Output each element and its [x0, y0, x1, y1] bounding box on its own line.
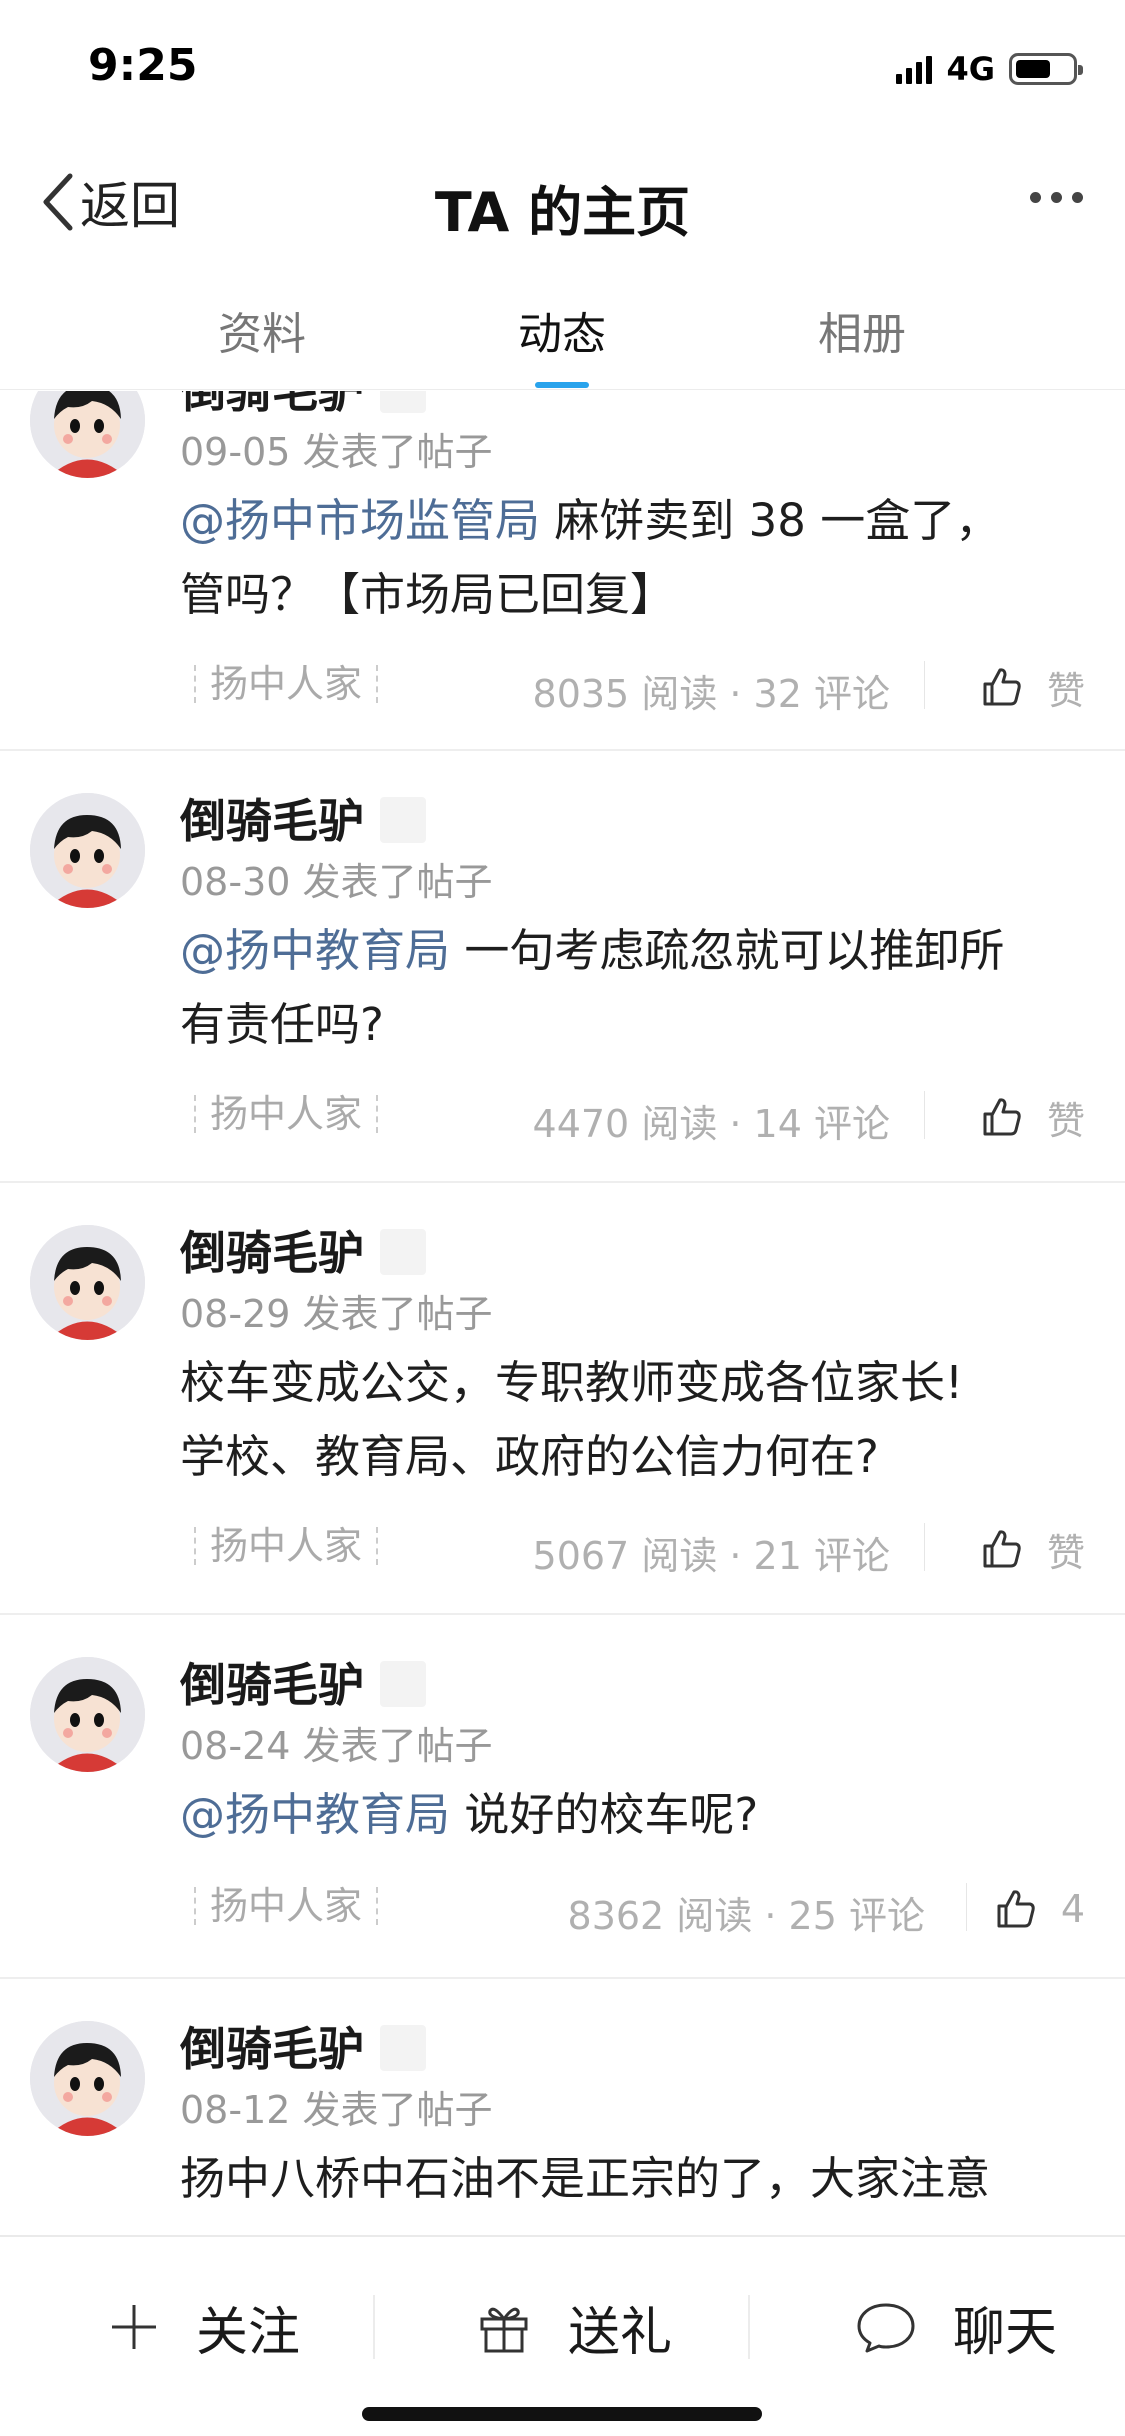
- post-meta: 08-12 发表了帖子: [180, 2088, 493, 2132]
- page-title: TA 的主页: [434, 181, 691, 244]
- status-bar: 9:25 4G: [0, 0, 1125, 140]
- mention-link[interactable]: @扬中市场监管局: [180, 494, 540, 547]
- post-footer: 扬中人家 5067 阅读 · 21 评论 赞: [180, 1519, 1085, 1579]
- post-content[interactable]: @扬中教育局 一句考虑疏忽就可以推卸所 有责任吗?: [180, 914, 1080, 1062]
- avatar-image: [30, 391, 145, 478]
- post-author[interactable]: 倒骑毛驴: [180, 1649, 426, 1715]
- post-card[interactable]: 倒骑毛驴 08-24 发表了帖子 @扬中教育局 说好的校车呢? 扬中人家 836…: [0, 1615, 1125, 1979]
- mention-link[interactable]: @扬中教育局: [180, 924, 450, 977]
- user-badge: [380, 391, 426, 413]
- thumbs-up-icon: [983, 1098, 1021, 1136]
- tab-album[interactable]: 相册: [752, 298, 972, 362]
- user-badge: [380, 797, 426, 843]
- more-dots-icon[interactable]: [1030, 192, 1083, 203]
- avatar-image: [30, 1657, 145, 1772]
- post-footer: 扬中人家 8362 阅读 · 25 评论 4: [180, 1879, 1085, 1939]
- like-button[interactable]: 赞: [981, 1087, 1085, 1147]
- tab-profile[interactable]: 资料: [152, 298, 372, 362]
- chat-bubble-icon: [857, 2303, 915, 2353]
- chat-button[interactable]: 聊天: [855, 2287, 1057, 2367]
- tab-activity[interactable]: 动态: [452, 298, 672, 362]
- status-time: 9:25: [88, 40, 198, 91]
- profile-tabs: 资料 动态 相册: [0, 260, 1125, 390]
- avatar[interactable]: [30, 1225, 145, 1340]
- avatar-image: [30, 2021, 145, 2136]
- like-button[interactable]: 赞: [981, 1519, 1085, 1579]
- battery-icon: [1009, 53, 1083, 85]
- divider: [924, 1091, 925, 1139]
- post-author[interactable]: 倒骑毛驴: [180, 785, 426, 851]
- thumbs-up-icon: [983, 1530, 1021, 1568]
- post-author[interactable]: 倒骑毛驴: [180, 2013, 426, 2079]
- user-badge: [380, 1661, 426, 1707]
- post-card[interactable]: 倒骑毛驴 08-29 发表了帖子 校车变成公交，专职教师变成各位家长! 学校、教…: [0, 1183, 1125, 1615]
- mention-link[interactable]: @扬中教育局: [180, 1788, 450, 1841]
- post-meta: 08-24 发表了帖子: [180, 1724, 493, 1768]
- group-tag[interactable]: 扬中人家: [194, 665, 379, 703]
- group-tag[interactable]: 扬中人家: [194, 1095, 379, 1133]
- user-badge: [380, 1229, 426, 1275]
- signal-icon: [896, 54, 933, 84]
- user-badge: [380, 2025, 426, 2071]
- post-meta: 08-30 发表了帖子: [180, 860, 493, 904]
- status-indicators: 4G: [896, 50, 1083, 88]
- like-count: 4: [1060, 1887, 1085, 1931]
- nav-bar: 返回 TA 的主页: [0, 140, 1125, 260]
- network-type: 4G: [946, 50, 995, 88]
- plus-icon: [112, 2305, 156, 2349]
- post-author[interactable]: 倒骑毛驴: [180, 1217, 426, 1283]
- group-tag[interactable]: 扬中人家: [194, 1887, 379, 1925]
- avatar-image: [30, 793, 145, 908]
- post-stats: 4470 阅读 · 14 评论: [532, 1102, 890, 1146]
- divider: [966, 1883, 967, 1931]
- post-content[interactable]: 扬中八桥中石油不是正宗的了，大家注意: [180, 2142, 1080, 2216]
- divider: [924, 1523, 925, 1571]
- thumbs-up-icon: [983, 668, 1021, 706]
- post-stats: 8035 阅读 · 32 评论: [532, 672, 890, 716]
- post-meta: 08-29 发表了帖子: [180, 1292, 493, 1336]
- post-content[interactable]: @扬中教育局 说好的校车呢?: [180, 1778, 1080, 1852]
- post-card[interactable]: 倒骑毛驴 08-12 发表了帖子 扬中八桥中石油不是正宗的了，大家注意: [0, 1979, 1125, 2235]
- avatar-image: [30, 1225, 145, 1340]
- post-stats: 8362 阅读 · 25 评论: [567, 1894, 925, 1938]
- active-tab-indicator: [535, 382, 589, 388]
- avatar[interactable]: [30, 1657, 145, 1772]
- avatar[interactable]: [30, 2021, 145, 2136]
- follow-button[interactable]: 关注: [108, 2287, 300, 2367]
- post-card[interactable]: 倒骑毛驴 08-30 发表了帖子 @扬中教育局 一句考虑疏忽就可以推卸所 有责任…: [0, 751, 1125, 1183]
- post-footer: 扬中人家 8035 阅读 · 32 评论 赞: [180, 657, 1085, 717]
- divider: [373, 2295, 375, 2359]
- post-stats: 5067 阅读 · 21 评论: [532, 1534, 890, 1578]
- group-tag[interactable]: 扬中人家: [194, 1527, 379, 1565]
- activity-feed[interactable]: 倒骑毛驴 09-05 发表了帖子 @扬中市场监管局 麻饼卖到 38 一盒了， 管…: [0, 391, 1125, 2235]
- thumbs-up-icon: [997, 1890, 1035, 1928]
- post-content[interactable]: @扬中市场监管局 麻饼卖到 38 一盒了， 管吗？【市场局已回复】: [180, 484, 1080, 632]
- gift-icon: [480, 2307, 528, 2353]
- post-footer: 扬中人家 4470 阅读 · 14 评论 赞: [180, 1087, 1085, 1147]
- post-author[interactable]: 倒骑毛驴: [180, 391, 426, 421]
- avatar[interactable]: [30, 391, 145, 478]
- post-content[interactable]: 校车变成公交，专职教师变成各位家长! 学校、教育局、政府的公信力何在?: [180, 1346, 1080, 1494]
- home-indicator[interactable]: [362, 2407, 762, 2421]
- gift-button[interactable]: 送礼: [476, 2287, 672, 2367]
- bottom-action-bar: 关注 送礼 聊天: [0, 2235, 1125, 2436]
- post-meta: 09-05 发表了帖子: [180, 430, 493, 474]
- like-button[interactable]: 4: [995, 1879, 1085, 1939]
- post-card[interactable]: 倒骑毛驴 09-05 发表了帖子 @扬中市场监管局 麻饼卖到 38 一盒了， 管…: [0, 391, 1125, 751]
- divider: [924, 661, 925, 709]
- divider: [748, 2295, 750, 2359]
- avatar[interactable]: [30, 793, 145, 908]
- like-button[interactable]: 赞: [981, 657, 1085, 717]
